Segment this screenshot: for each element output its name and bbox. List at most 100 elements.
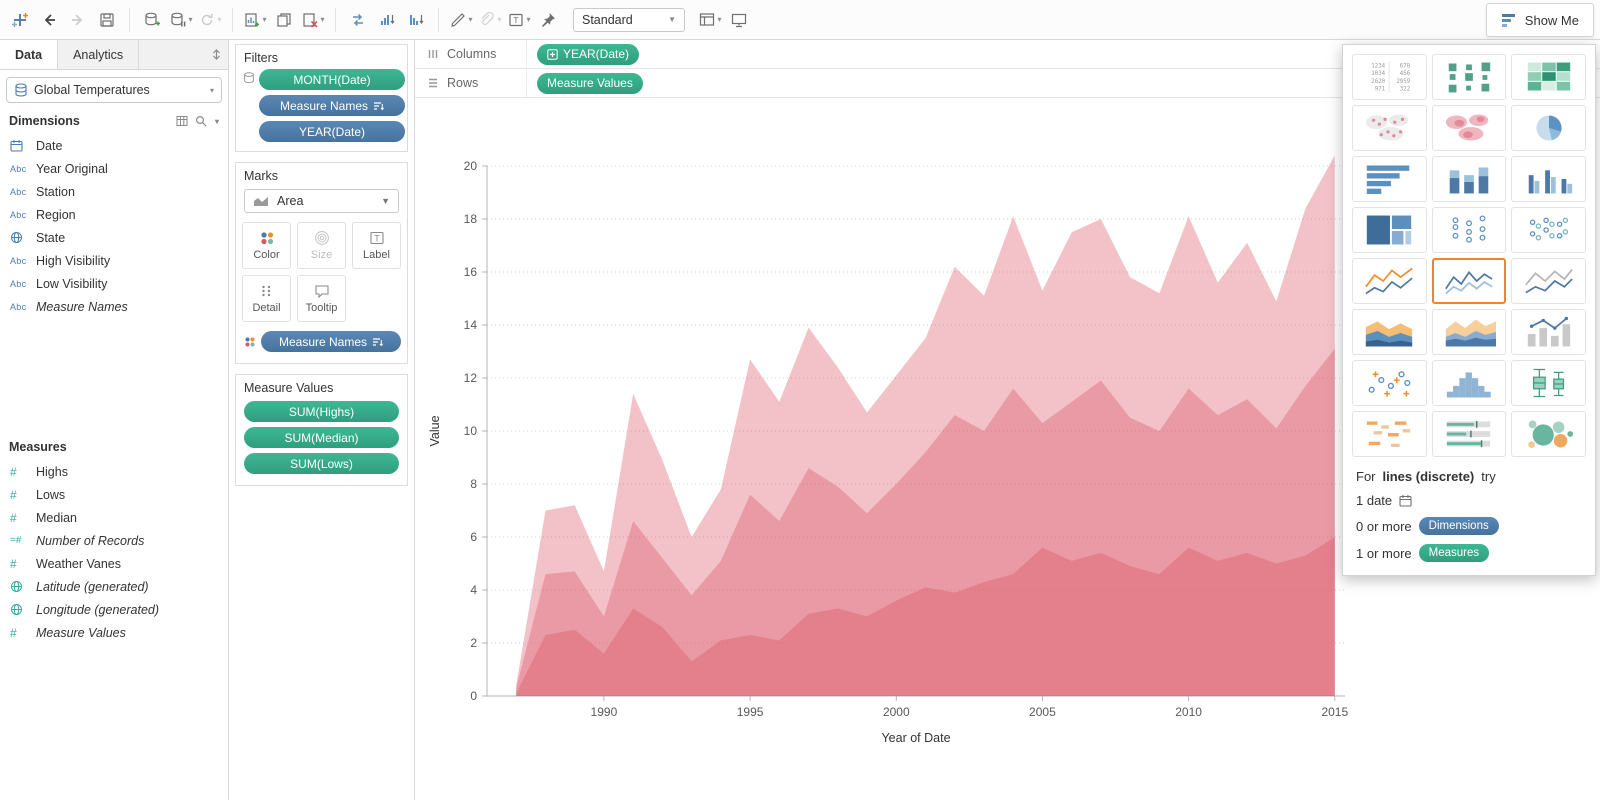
new-data-source-button[interactable] (138, 5, 166, 35)
pill-label: Measure Names (279, 335, 367, 349)
svg-text:T: T (374, 234, 380, 244)
tab-analytics[interactable]: Analytics (58, 40, 139, 69)
showme-filled-map[interactable] (1432, 105, 1507, 151)
showme-area-continuous[interactable] (1352, 309, 1427, 355)
showme-lines-discrete[interactable] (1432, 258, 1507, 304)
sort-descending-button[interactable] (402, 5, 430, 35)
measure-longitude-generated[interactable]: Longitude (generated) (0, 598, 228, 621)
show-hide-cards-button[interactable]: ▾ (696, 5, 724, 35)
measure-highs[interactable]: # Highs (0, 460, 228, 483)
marks-card-title: Marks (236, 163, 407, 187)
dropdown-caret-icon: ▾ (468, 15, 472, 24)
save-button[interactable] (93, 5, 121, 35)
group-members-button[interactable]: ▾ (476, 5, 504, 35)
field-label: State (36, 231, 65, 245)
showme-stacked-bars[interactable] (1432, 156, 1507, 202)
measure-values-pill-sum-highs[interactable]: SUM(Highs) (244, 401, 399, 422)
pill-label: Measure Names (280, 99, 368, 113)
chevron-down-icon[interactable]: ▾ (215, 117, 219, 126)
showme-treemap[interactable] (1352, 207, 1427, 253)
abc-icon: Abc (10, 210, 36, 220)
show-me-icon (1501, 12, 1517, 28)
showme-text-table[interactable]: 1234 678 1034 456 2620 2959 971 322 (1352, 54, 1427, 100)
showme-circle-views[interactable] (1432, 207, 1507, 253)
swap-rows-columns-button[interactable] (344, 5, 372, 35)
measure-lows[interactable]: # Lows (0, 483, 228, 506)
datasource-item[interactable]: Global Temperatures ▾ (6, 77, 222, 103)
showme-scatter-plot[interactable] (1352, 360, 1427, 406)
sort-ascending-button[interactable] (373, 5, 401, 35)
undo-button[interactable] (35, 5, 63, 35)
showme-horizontal-bars[interactable] (1352, 156, 1427, 202)
svg-text:322: 322 (1400, 87, 1410, 93)
show-me-button[interactable]: Show Me (1486, 3, 1594, 37)
showme-histogram[interactable] (1432, 360, 1507, 406)
fix-axes-button[interactable] (534, 5, 562, 35)
showme-box-and-whisker[interactable] (1511, 360, 1586, 406)
field-label: Year Original (36, 162, 108, 176)
tableau-logo-icon[interactable] (6, 5, 34, 35)
measure-values-pill-sum-lows[interactable]: SUM(Lows) (244, 453, 399, 474)
dimension-station[interactable]: Abc Station (0, 180, 228, 203)
measure-values-pill-sum-median[interactable]: SUM(Median) (244, 427, 399, 448)
dimension-measure-names[interactable]: Abc Measure Names (0, 295, 228, 318)
chevron-down-icon[interactable]: ▾ (210, 86, 214, 95)
dimension-year-original[interactable]: Abc Year Original (0, 157, 228, 180)
measure-measure-values[interactable]: # Measure Values (0, 621, 228, 644)
showme-side-by-side-circles[interactable] (1511, 207, 1586, 253)
svg-text:16: 16 (464, 265, 478, 279)
dimension-region[interactable]: Abc Region (0, 203, 228, 226)
search-icon[interactable] (195, 115, 207, 127)
marks-pill-measure-names[interactable]: Measure Names (261, 331, 401, 352)
abc-icon: Abc (10, 302, 36, 312)
label-button[interactable]: T Label (352, 222, 401, 269)
measure-number-of-records[interactable]: =# Number of Records (0, 529, 228, 552)
chevron-down-icon: ▼ (381, 196, 390, 206)
showme-heat-map[interactable] (1432, 54, 1507, 100)
tab-data[interactable]: Data (0, 40, 58, 69)
tooltip-button[interactable]: Tooltip (297, 275, 346, 322)
filter-pill-month-date[interactable]: MONTH(Date) (259, 69, 405, 90)
pane-options-icon[interactable] (211, 49, 222, 60)
dimension-state[interactable]: State (0, 226, 228, 249)
view-data-icon[interactable] (176, 115, 188, 127)
showme-lines-continuous[interactable] (1352, 258, 1427, 304)
pause-auto-updates-button[interactable]: ▾ (167, 5, 195, 35)
columns-pill-year-date[interactable]: YEAR(Date) (537, 44, 639, 65)
pill-label: SUM(Lows) (290, 457, 353, 471)
run-auto-updates-button[interactable]: ▾ (196, 5, 224, 35)
fit-select[interactable]: Standard ▼ (573, 8, 685, 32)
dimension-low-visibility[interactable]: Abc Low Visibility (0, 272, 228, 295)
redo-button[interactable] (64, 5, 92, 35)
clear-sheet-button[interactable]: ▾ (299, 5, 327, 35)
color-button[interactable]: Color (242, 222, 291, 269)
showme-dual-combination[interactable] (1511, 309, 1586, 355)
showme-bullet-graph[interactable] (1432, 411, 1507, 457)
showme-gantt[interactable] (1352, 411, 1427, 457)
duplicate-sheet-button[interactable] (270, 5, 298, 35)
detail-button[interactable]: Detail (242, 275, 291, 322)
measure-latitude-generated[interactable]: Latitude (generated) (0, 575, 228, 598)
new-worksheet-button[interactable]: ▾ (241, 5, 269, 35)
showme-highlight-table[interactable] (1511, 54, 1586, 100)
showme-side-by-side-bars[interactable] (1511, 156, 1586, 202)
measure-median[interactable]: # Median (0, 506, 228, 529)
dimension-date[interactable]: Date (0, 134, 228, 157)
size-button[interactable]: Size (297, 222, 346, 269)
showme-dual-lines[interactable] (1511, 258, 1586, 304)
highlight-button[interactable]: ▾ (447, 5, 475, 35)
showme-symbol-map[interactable] (1352, 105, 1427, 151)
showme-packed-bubbles[interactable] (1511, 411, 1586, 457)
filter-pill-year-date[interactable]: YEAR(Date) (259, 121, 405, 142)
dimension-high-visibility[interactable]: Abc High Visibility (0, 249, 228, 272)
rows-pill-measure-values[interactable]: Measure Values (537, 73, 643, 94)
showme-pie-chart[interactable] (1511, 105, 1586, 151)
filter-pill-measure-names[interactable]: Measure Names (259, 95, 405, 116)
presentation-mode-button[interactable] (725, 5, 753, 35)
measure-weather-vanes[interactable]: # Weather Vanes (0, 552, 228, 575)
show-mark-labels-button[interactable]: T ▾ (505, 5, 533, 35)
expand-plus-icon[interactable] (547, 49, 558, 60)
mark-type-select[interactable]: Area ▼ (244, 189, 399, 213)
area-chart[interactable]: 0246810121416182019901995200020052010201… (423, 100, 1351, 752)
showme-area-discrete[interactable] (1432, 309, 1507, 355)
